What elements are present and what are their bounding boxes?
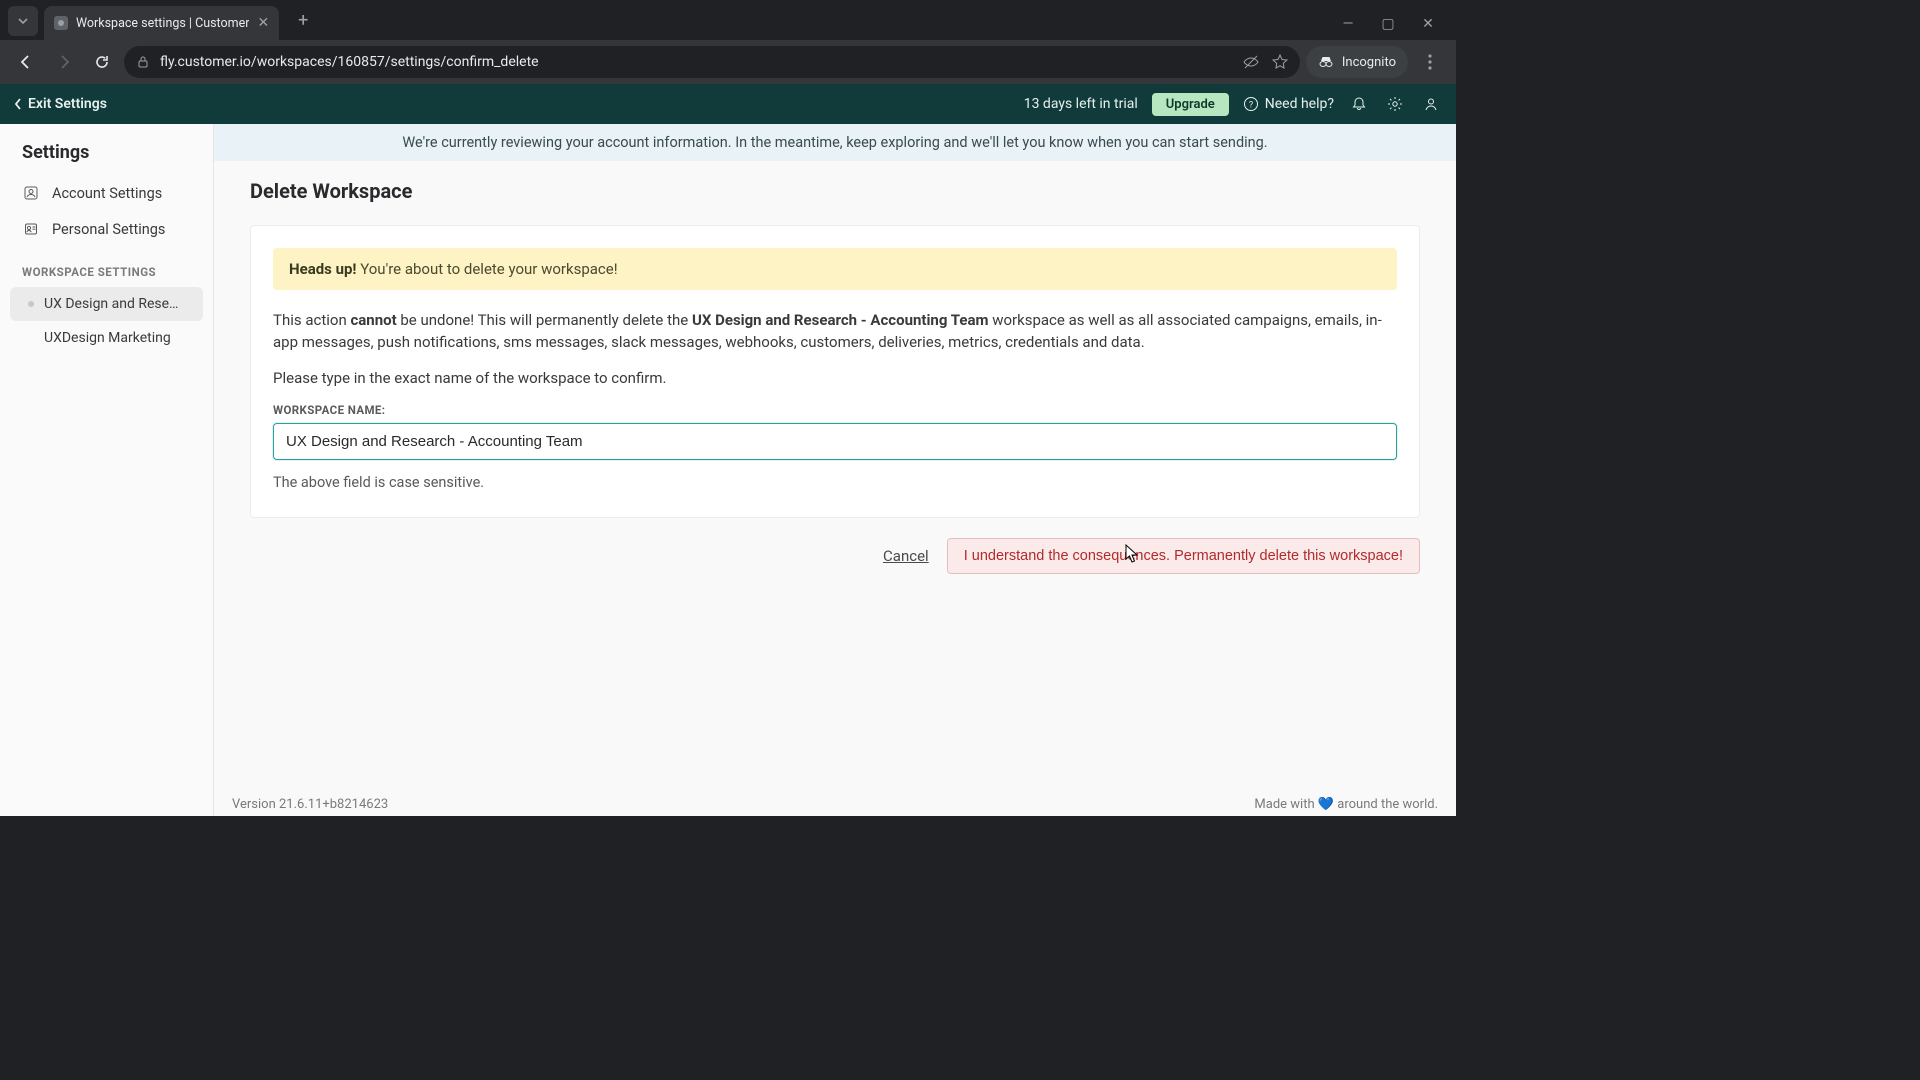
browser-toolbar: fly.customer.io/workspaces/160857/settin… bbox=[0, 40, 1456, 84]
made-with-text: Made with 💙 around the world. bbox=[1254, 797, 1438, 812]
window-minimize-button[interactable]: — bbox=[1334, 16, 1362, 32]
sidebar-item-label: Account Settings bbox=[52, 185, 162, 202]
delete-card: Heads up! You're about to delete your wo… bbox=[250, 225, 1420, 518]
eye-off-icon[interactable] bbox=[1242, 53, 1260, 71]
gear-icon bbox=[1387, 96, 1403, 112]
app-footer: Version 21.6.11+b8214623 Made with 💙 aro… bbox=[214, 789, 1456, 816]
svg-text:?: ? bbox=[1249, 101, 1253, 111]
window-maximize-button[interactable]: ▢ bbox=[1374, 16, 1402, 32]
sidebar-section-label: WORKSPACE SETTINGS bbox=[0, 247, 213, 287]
incognito-indicator[interactable]: Incognito bbox=[1306, 46, 1408, 78]
action-row: Cancel I understand the consequences. Pe… bbox=[214, 534, 1456, 584]
bell-icon bbox=[1351, 96, 1367, 112]
trial-days-text: 13 days left in trial bbox=[1024, 96, 1138, 112]
personal-icon bbox=[22, 220, 40, 238]
tab-close-icon[interactable]: ✕ bbox=[257, 15, 269, 31]
incognito-icon bbox=[1318, 56, 1334, 68]
tab-favicon bbox=[54, 16, 68, 30]
address-bar[interactable]: fly.customer.io/workspaces/160857/settin… bbox=[124, 46, 1300, 78]
warning-banner: Heads up! You're about to delete your wo… bbox=[273, 248, 1397, 290]
confirm-instruction: Please type in the exact name of the wor… bbox=[273, 368, 1397, 390]
browser-tabstrip: Workspace settings | Customer ✕ + — ▢ ✕ bbox=[0, 0, 1456, 40]
settings-sidebar: Settings Account Settings Personal Setti… bbox=[0, 124, 214, 816]
browser-menu-button[interactable] bbox=[1414, 46, 1446, 78]
tab-search-button[interactable] bbox=[8, 6, 38, 36]
help-icon: ? bbox=[1243, 96, 1259, 112]
warning-text: You're about to delete your workspace! bbox=[357, 260, 618, 278]
tab-title: Workspace settings | Customer bbox=[76, 16, 249, 31]
exit-settings-label: Exit Settings bbox=[28, 96, 107, 112]
nav-reload-button[interactable] bbox=[86, 46, 118, 78]
nav-forward-button[interactable] bbox=[48, 46, 80, 78]
account-button[interactable] bbox=[1420, 96, 1442, 112]
main-content: We're currently reviewing your account i… bbox=[214, 124, 1456, 816]
page-title: Delete Workspace bbox=[214, 161, 1456, 215]
delete-description: This action cannot be undone! This will … bbox=[273, 310, 1397, 354]
sidebar-workspace-active[interactable]: UX Design and Rese… bbox=[10, 287, 203, 321]
cancel-button[interactable]: Cancel bbox=[883, 547, 929, 565]
exit-settings-button[interactable]: Exit Settings bbox=[14, 96, 107, 112]
app-topbar: Exit Settings 13 days left in trial Upgr… bbox=[0, 84, 1456, 124]
app-root: Exit Settings 13 days left in trial Upgr… bbox=[0, 84, 1456, 816]
sidebar-item-label: Personal Settings bbox=[52, 221, 165, 238]
bookmark-star-icon[interactable] bbox=[1272, 54, 1288, 70]
incognito-label: Incognito bbox=[1342, 55, 1396, 70]
notifications-button[interactable] bbox=[1348, 96, 1370, 112]
sidebar-title: Settings bbox=[0, 138, 213, 175]
sidebar-item-account-settings[interactable]: Account Settings bbox=[0, 175, 213, 211]
workspace-name-label: WORKSPACE NAME: bbox=[273, 403, 1397, 417]
sidebar-item-personal-settings[interactable]: Personal Settings bbox=[0, 211, 213, 247]
upgrade-button[interactable]: Upgrade bbox=[1152, 93, 1229, 116]
heart-icon: 💙 bbox=[1318, 797, 1334, 812]
chevron-left-icon bbox=[14, 98, 22, 110]
workspace-name-input[interactable] bbox=[273, 423, 1397, 460]
review-banner: We're currently reviewing your account i… bbox=[214, 124, 1456, 161]
site-info-icon[interactable] bbox=[136, 55, 150, 69]
workspace-dot-icon bbox=[28, 301, 34, 307]
nav-back-button[interactable] bbox=[10, 46, 42, 78]
warning-strong: Heads up! bbox=[289, 260, 357, 278]
browser-tab[interactable]: Workspace settings | Customer ✕ bbox=[44, 6, 279, 40]
settings-button[interactable] bbox=[1384, 96, 1406, 112]
sidebar-workspace-item[interactable]: UXDesign Marketing bbox=[10, 321, 203, 355]
need-help-button[interactable]: ? Need help? bbox=[1243, 96, 1334, 112]
need-help-label: Need help? bbox=[1265, 96, 1334, 112]
sidebar-item-label: UX Design and Rese… bbox=[44, 296, 178, 312]
new-tab-button[interactable]: + bbox=[289, 6, 317, 34]
window-controls: — ▢ ✕ bbox=[1334, 16, 1448, 32]
account-icon bbox=[22, 184, 40, 202]
window-close-button[interactable]: ✕ bbox=[1414, 16, 1442, 32]
sidebar-item-label: UXDesign Marketing bbox=[44, 330, 171, 346]
url-text: fly.customer.io/workspaces/160857/settin… bbox=[160, 54, 539, 70]
version-text: Version 21.6.11+b8214623 bbox=[232, 797, 388, 812]
case-sensitive-hint: The above field is case sensitive. bbox=[273, 474, 1397, 491]
user-icon bbox=[1423, 96, 1439, 112]
confirm-delete-button[interactable]: I understand the consequences. Permanent… bbox=[947, 538, 1420, 574]
